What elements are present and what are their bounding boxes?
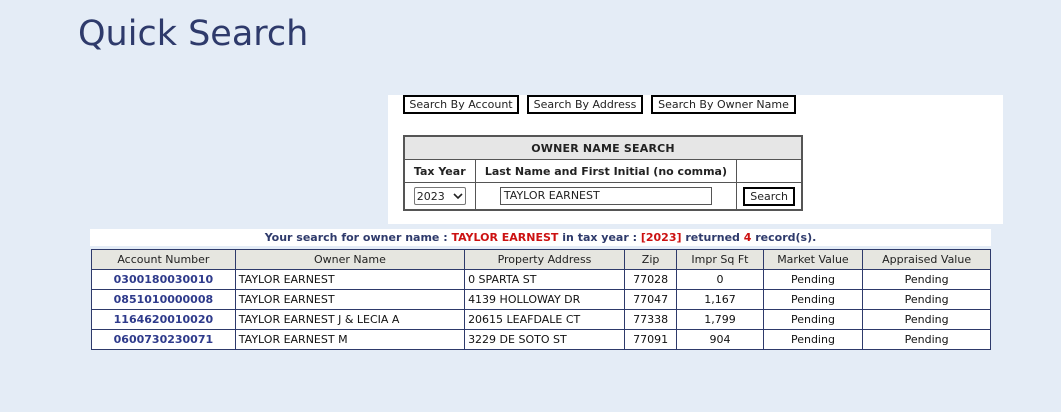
- table-header-row: Account Number Owner Name Property Addre…: [91, 249, 991, 270]
- property-address-cell: 3229 DE SOTO ST: [464, 329, 625, 350]
- search-cell: Search: [736, 182, 803, 211]
- tax-year-select[interactable]: 2023: [413, 187, 466, 205]
- search-panel: Search By Account Search By Address Sear…: [388, 95, 1003, 224]
- property-address-cell: 4139 HOLLOWAY DR: [464, 289, 625, 310]
- chevron-down-icon: [453, 193, 463, 200]
- table-row: 1164620010020 TAYLOR EARNEST J & LECIA A…: [91, 309, 991, 330]
- property-address-cell: 0 SPARTA ST: [464, 269, 625, 290]
- account-number-link[interactable]: 0600730230071: [91, 329, 236, 350]
- search-by-account-button[interactable]: Search By Account: [403, 95, 519, 114]
- name-cell: TAYLOR EARNEST: [474, 182, 738, 211]
- table-row: 0851010000008 TAYLOR EARNEST 4139 HOLLOW…: [91, 289, 991, 310]
- table-row: 0300180030010 TAYLOR EARNEST 0 SPARTA ST…: [91, 269, 991, 290]
- account-number-link[interactable]: 0300180030010: [91, 269, 236, 290]
- summary-returned: returned: [681, 231, 744, 244]
- market-value-cell: Pending: [762, 309, 864, 330]
- header-market-value: Market Value: [762, 249, 864, 270]
- empty-header-cell: [736, 159, 803, 183]
- owner-name-input[interactable]: TAYLOR EARNEST: [499, 187, 712, 205]
- search-by-owner-name-button[interactable]: Search By Owner Name: [651, 95, 796, 114]
- zip-cell: 77047: [623, 289, 678, 310]
- summary-suffix: record(s).: [751, 231, 817, 244]
- market-value-cell: Pending: [762, 329, 864, 350]
- summary-prefix: Your search for owner name :: [264, 231, 452, 244]
- table-row: 0600730230071 TAYLOR EARNEST M 3229 DE S…: [91, 329, 991, 350]
- header-appraised-value: Appraised Value: [862, 249, 991, 270]
- market-value-cell: Pending: [762, 269, 864, 290]
- name-label: Last Name and First Initial (no comma): [474, 159, 738, 183]
- account-number-link[interactable]: 0851010000008: [91, 289, 236, 310]
- summary-mid: in tax year :: [558, 231, 641, 244]
- impr-sq-ft-cell: 1,799: [676, 309, 764, 330]
- tax-year-value: 2023: [416, 189, 445, 203]
- appraised-value-cell: Pending: [862, 269, 991, 290]
- impr-sq-ft-cell: 1,167: [676, 289, 764, 310]
- impr-sq-ft-cell: 904: [676, 329, 764, 350]
- header-property-address: Property Address: [464, 249, 625, 270]
- property-address-cell: 20615 LEAFDALE CT: [464, 309, 625, 330]
- appraised-value-cell: Pending: [862, 289, 991, 310]
- owner-name-cell: TAYLOR EARNEST: [234, 289, 466, 310]
- header-zip: Zip: [623, 249, 678, 270]
- tax-year-cell: 2023: [403, 182, 476, 211]
- header-account-number: Account Number: [91, 249, 236, 270]
- account-number-link[interactable]: 1164620010020: [91, 309, 236, 330]
- zip-cell: 77028: [623, 269, 678, 290]
- header-impr-sq-ft: Impr Sq Ft: [676, 249, 764, 270]
- appraised-value-cell: Pending: [862, 329, 991, 350]
- summary-owner: TAYLOR EARNEST: [451, 231, 559, 244]
- owner-name-cell: TAYLOR EARNEST M: [234, 329, 466, 350]
- result-summary: Your search for owner name : TAYLOR EARN…: [90, 229, 991, 246]
- form-title: OWNER NAME SEARCH: [403, 135, 803, 160]
- owner-name-cell: TAYLOR EARNEST: [234, 269, 466, 290]
- search-button[interactable]: Search: [743, 186, 796, 206]
- appraised-value-cell: Pending: [862, 309, 991, 330]
- header-owner-name: Owner Name: [234, 249, 466, 270]
- owner-name-cell: TAYLOR EARNEST J & LECIA A: [234, 309, 466, 330]
- zip-cell: 77091: [623, 329, 678, 350]
- impr-sq-ft-cell: 0: [676, 269, 764, 290]
- zip-cell: 77338: [623, 309, 678, 330]
- summary-year: [2023]: [640, 231, 682, 244]
- page-title: Quick Search: [78, 14, 309, 54]
- search-by-address-button[interactable]: Search By Address: [527, 95, 643, 114]
- tax-year-label: Tax Year: [403, 159, 476, 183]
- market-value-cell: Pending: [762, 289, 864, 310]
- results-table: Account Number Owner Name Property Addre…: [91, 249, 991, 350]
- owner-name-search-form: OWNER NAME SEARCH Tax Year Last Name and…: [403, 135, 803, 211]
